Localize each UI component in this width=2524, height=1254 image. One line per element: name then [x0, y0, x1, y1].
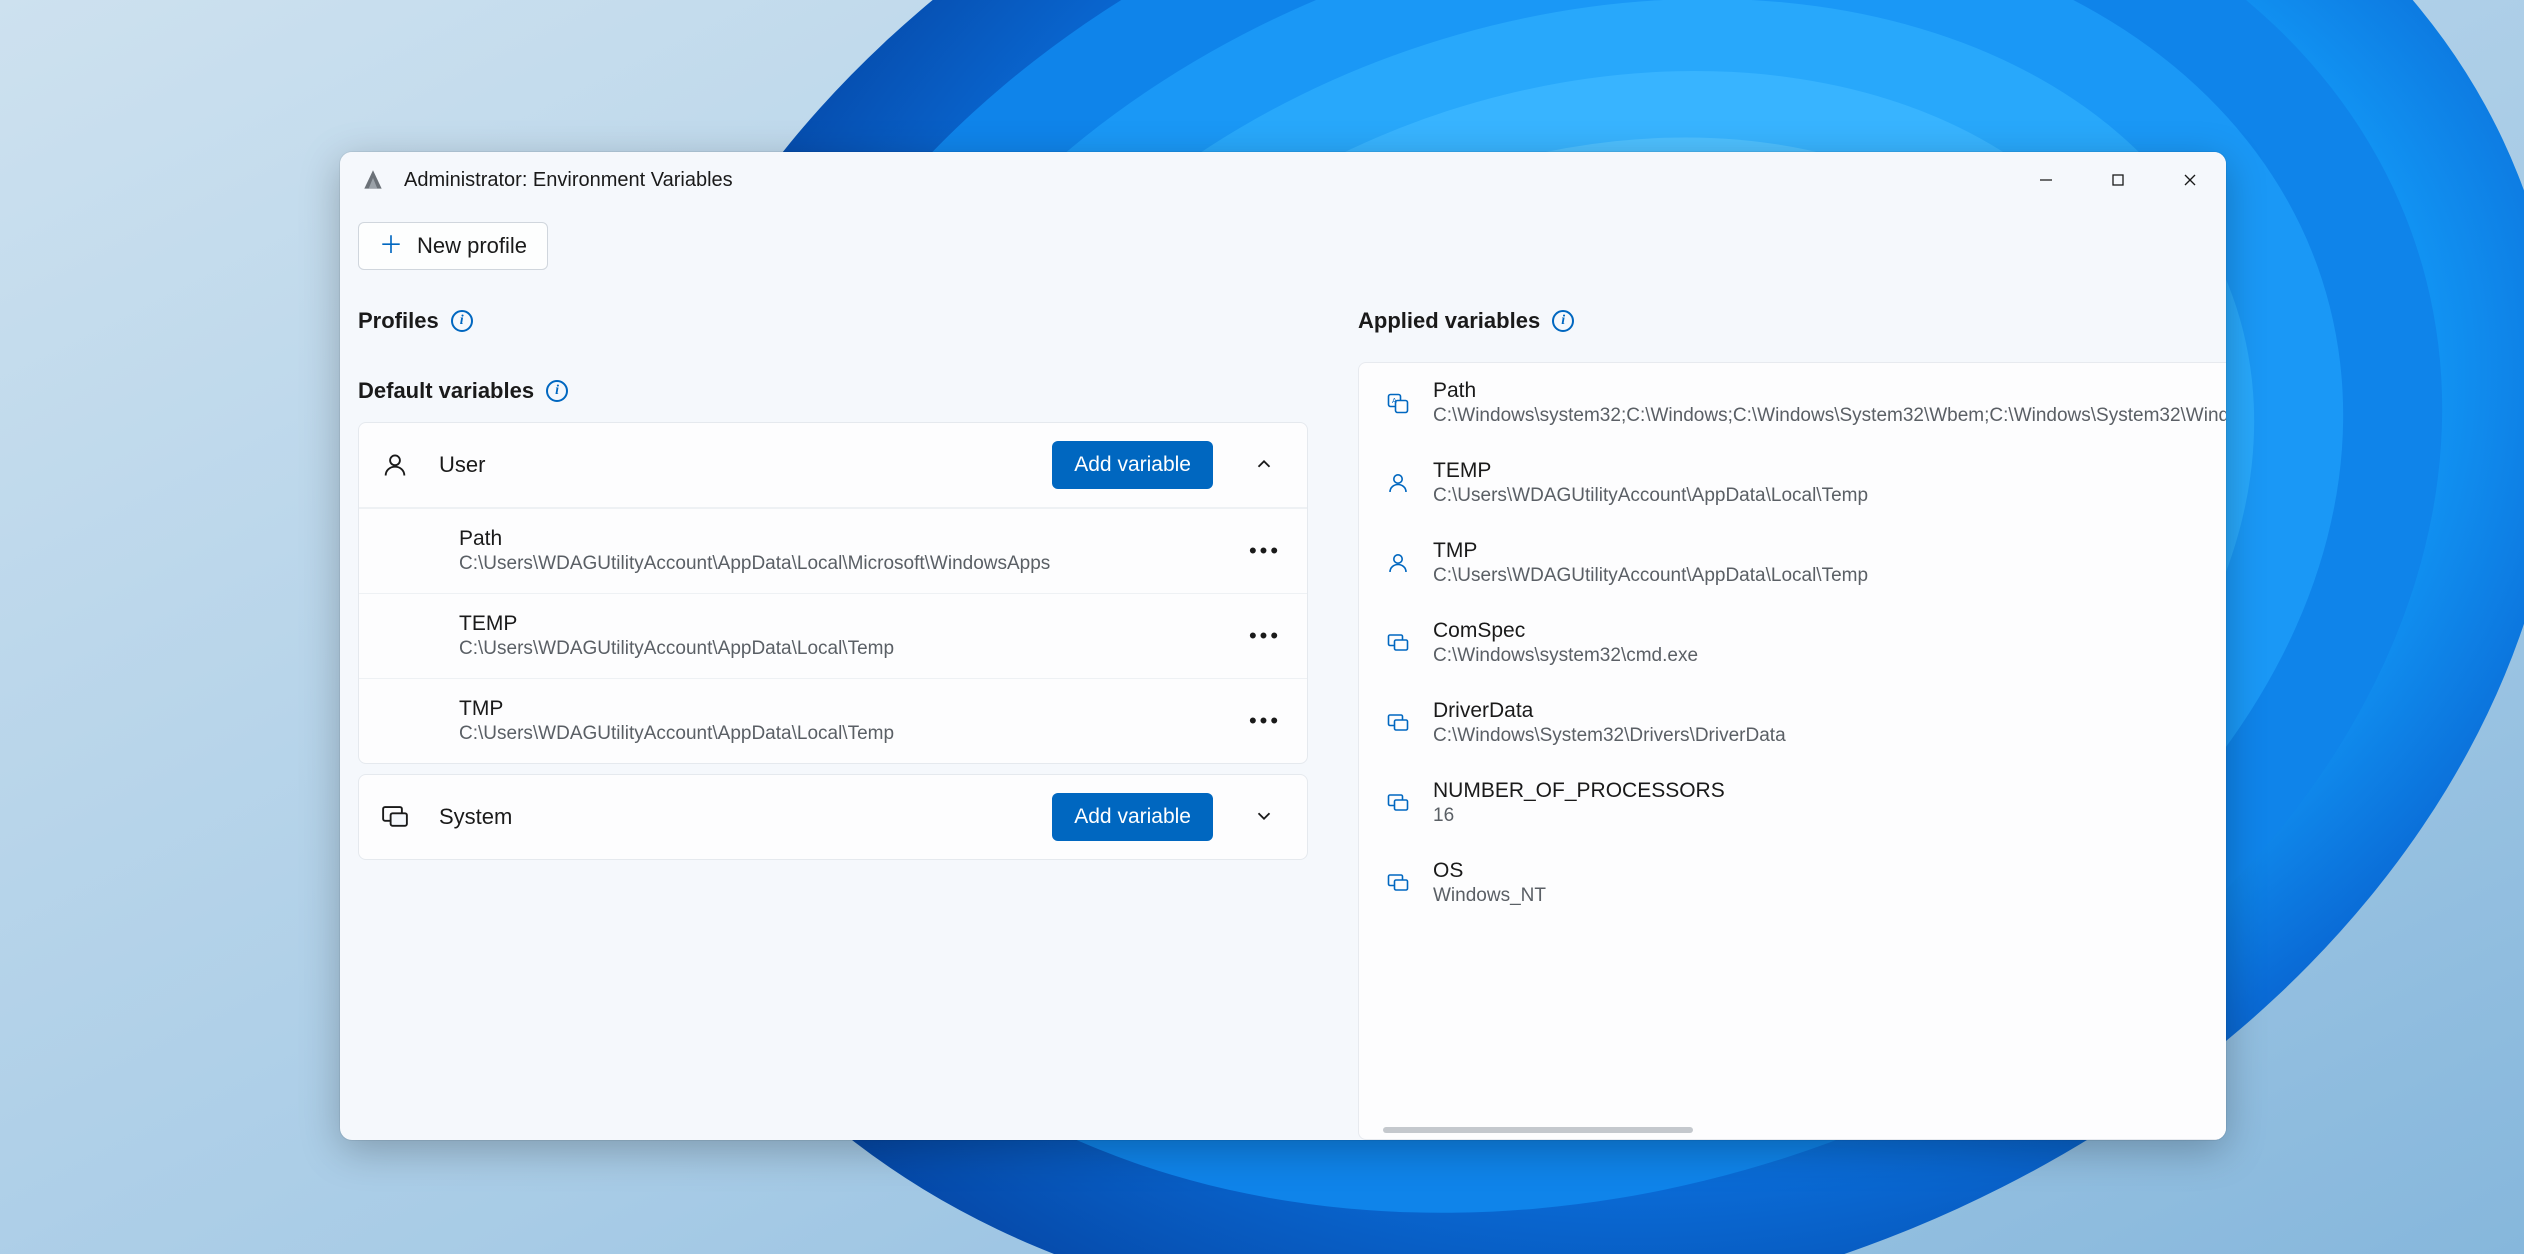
applied-variable-value: Windows_NT: [1433, 885, 2226, 907]
system-scope-icon: [1383, 791, 1413, 815]
applied-variable-row[interactable]: TMP C:\Users\WDAGUtilityAccount\AppData\…: [1359, 523, 2226, 603]
variable-value: C:\Users\WDAGUtilityAccount\AppData\Loca…: [459, 638, 1243, 660]
variable-name: Path: [459, 527, 1243, 551]
minimize-button[interactable]: [2010, 152, 2082, 208]
chevron-up-icon: [1253, 453, 1275, 478]
applied-variable-name: TEMP: [1433, 459, 2226, 483]
applied-variable-row[interactable]: ComSpec C:\Windows\system32\cmd.exe: [1359, 603, 2226, 683]
content: Profiles i Default variables i User Add …: [340, 292, 2226, 1140]
system-scope-icon: [1383, 871, 1413, 895]
applied-variable-value: 16: [1433, 805, 2226, 827]
window-title: Administrator: Environment Variables: [404, 169, 2010, 192]
applied-variable-value: C:\Windows\system32;C:\Windows;C:\Window…: [1433, 405, 2226, 427]
more-options-button[interactable]: •••: [1243, 529, 1287, 573]
app-window: Administrator: Environment Variables ＋ N…: [340, 152, 2226, 1140]
applied-variable-name: OS: [1433, 859, 2226, 883]
close-button[interactable]: [2154, 152, 2226, 208]
add-system-variable-button[interactable]: Add variable: [1052, 793, 1213, 841]
system-variables-card: System Add variable: [358, 774, 1308, 860]
user-scope-icon: [1383, 551, 1413, 575]
applied-variable-value: C:\Windows\system32\cmd.exe: [1433, 645, 2226, 667]
applied-variable-value: C:\Windows\System32\Drivers\DriverData: [1433, 725, 2226, 747]
plus-icon: ＋: [379, 234, 403, 258]
applied-variable-name: TMP: [1433, 539, 2226, 563]
variable-name: TMP: [459, 697, 1243, 721]
more-options-button[interactable]: •••: [1243, 614, 1287, 658]
info-icon[interactable]: i: [1552, 310, 1574, 332]
profiles-header: Profiles i: [358, 292, 1308, 362]
applied-variable-row[interactable]: OS Windows_NT: [1359, 843, 2226, 923]
horizontal-scrollbar[interactable]: [1383, 1127, 1693, 1133]
user-icon: [379, 451, 411, 479]
user-title: User: [439, 452, 1024, 478]
more-icon: •••: [1249, 708, 1281, 734]
system-title: System: [439, 804, 1024, 830]
variable-row[interactable]: TEMP C:\Users\WDAGUtilityAccount\AppData…: [359, 593, 1307, 678]
applied-variable-name: Path: [1433, 379, 2226, 403]
system-card-header[interactable]: System Add variable: [359, 775, 1307, 859]
info-icon[interactable]: i: [451, 310, 473, 332]
variable-row[interactable]: Path C:\Users\WDAGUtilityAccount\AppData…: [359, 507, 1307, 593]
system-icon: [379, 802, 411, 832]
new-profile-label: New profile: [417, 233, 527, 259]
system-scope-icon: [1383, 711, 1413, 735]
chevron-down-icon: [1253, 805, 1275, 830]
left-column: Profiles i Default variables i User Add …: [358, 292, 1308, 1140]
system-scope-icon: [1383, 631, 1413, 655]
applied-variables-panel[interactable]: A Path C:\Windows\system32;C:\Windows;C:…: [1358, 362, 2226, 1140]
default-variables-title: Default variables: [358, 378, 534, 404]
variable-value: C:\Users\WDAGUtilityAccount\AppData\Loca…: [459, 723, 1243, 745]
default-variables-header: Default variables i: [358, 362, 1308, 422]
applied-variable-value: C:\Users\WDAGUtilityAccount\AppData\Loca…: [1433, 485, 2226, 507]
user-card-header[interactable]: User Add variable: [359, 423, 1307, 507]
right-column: Applied variables i A Path C:\Windows\sy…: [1358, 292, 2226, 1140]
variable-value: C:\Users\WDAGUtilityAccount\AppData\Loca…: [459, 553, 1243, 575]
command-bar: ＋ New profile: [340, 208, 2226, 292]
expand-system-button[interactable]: [1241, 794, 1287, 840]
user-scope-icon: [1383, 471, 1413, 495]
applied-variable-row[interactable]: NUMBER_OF_PROCESSORS 16: [1359, 763, 2226, 843]
more-options-button[interactable]: •••: [1243, 699, 1287, 743]
applied-variables-header: Applied variables i: [1358, 292, 2226, 362]
svg-text:A: A: [1392, 398, 1397, 405]
add-user-variable-button[interactable]: Add variable: [1052, 441, 1213, 489]
user-variables-card: User Add variable Path C:\Users\WDAGUtil…: [358, 422, 1308, 764]
variable-text: TEMP C:\Users\WDAGUtilityAccount\AppData…: [459, 612, 1243, 660]
applied-variable-row[interactable]: TEMP C:\Users\WDAGUtilityAccount\AppData…: [1359, 443, 2226, 523]
variable-name: TEMP: [459, 612, 1243, 636]
applied-variable-row[interactable]: DriverData C:\Windows\System32\Drivers\D…: [1359, 683, 2226, 763]
variable-text: Path C:\Users\WDAGUtilityAccount\AppData…: [459, 527, 1243, 575]
info-icon[interactable]: i: [546, 380, 568, 402]
applied-variable-name: NUMBER_OF_PROCESSORS: [1433, 779, 2226, 803]
variable-text: TMP C:\Users\WDAGUtilityAccount\AppData\…: [459, 697, 1243, 745]
profiles-title: Profiles: [358, 308, 439, 334]
applied-variable-name: ComSpec: [1433, 619, 2226, 643]
app-icon: [360, 167, 386, 193]
maximize-button[interactable]: [2082, 152, 2154, 208]
more-icon: •••: [1249, 623, 1281, 649]
applied-variable-value: C:\Users\WDAGUtilityAccount\AppData\Loca…: [1433, 565, 2226, 587]
titlebar[interactable]: Administrator: Environment Variables: [340, 152, 2226, 208]
window-controls: [2010, 152, 2226, 208]
applied-variable-row[interactable]: A Path C:\Windows\system32;C:\Windows;C:…: [1359, 363, 2226, 443]
applied-variable-name: DriverData: [1433, 699, 2226, 723]
collapse-user-button[interactable]: [1241, 442, 1287, 488]
applied-scope-icon: A: [1383, 391, 1413, 415]
applied-variables-title: Applied variables: [1358, 308, 1540, 334]
more-icon: •••: [1249, 538, 1281, 564]
variable-row[interactable]: TMP C:\Users\WDAGUtilityAccount\AppData\…: [359, 678, 1307, 763]
new-profile-button[interactable]: ＋ New profile: [358, 222, 548, 270]
